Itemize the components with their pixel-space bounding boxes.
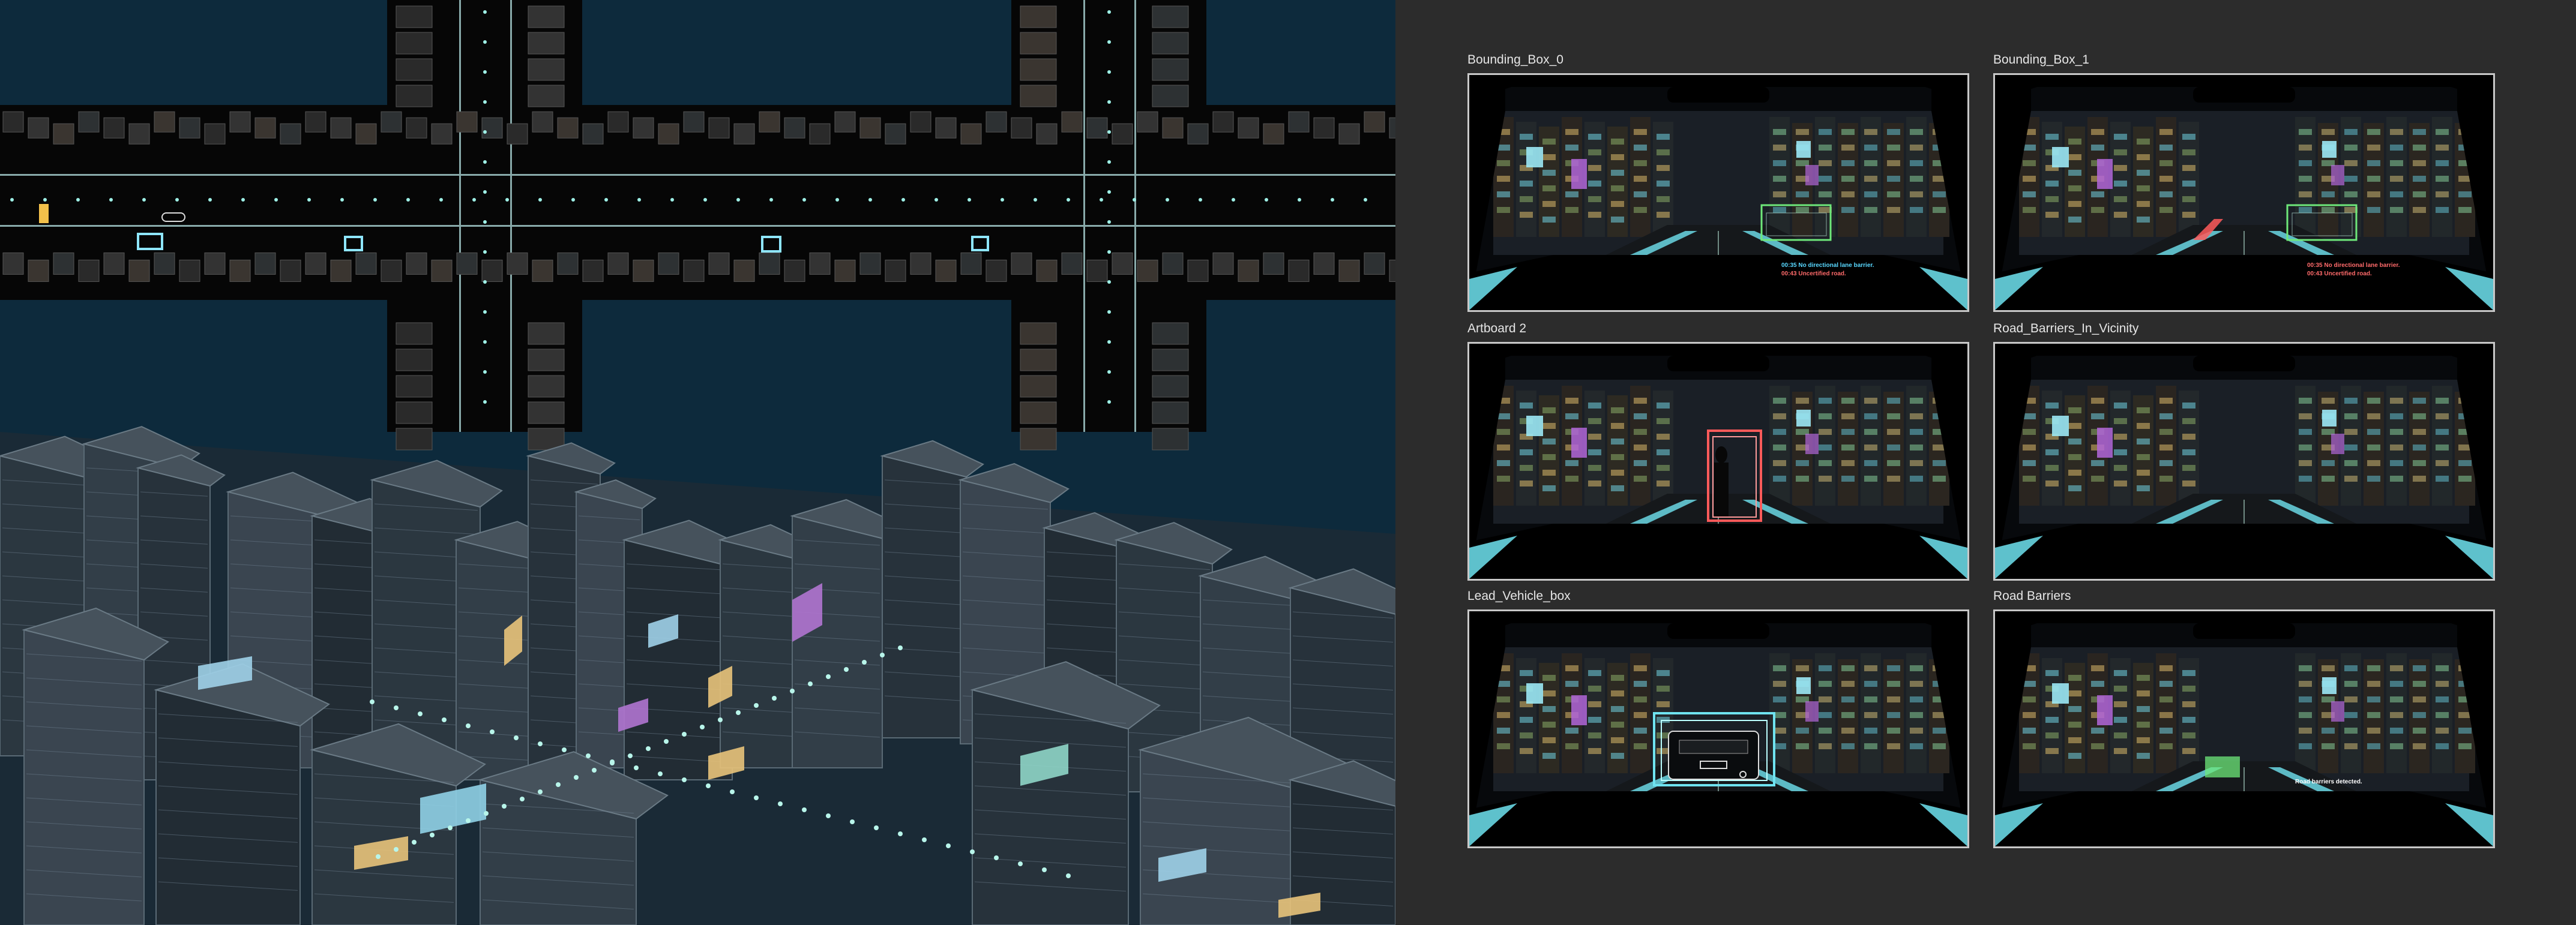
dashcam-scene: 00:35 No directional lane barrier. 00:43 …	[1469, 75, 1967, 310]
artboard-label[interactable]: Bounding_Box_0	[1467, 53, 1563, 67]
3d-city-viewport[interactable]	[0, 0, 1395, 925]
pedestrian-silhouette	[1715, 446, 1727, 463]
alert-text: Road barriers detected.	[2295, 779, 2362, 785]
artboard-frame[interactable]	[1993, 342, 2495, 581]
isometric-city	[0, 426, 1395, 925]
artboard-label[interactable]: Bounding_Box_1	[1993, 53, 2089, 67]
artboard-panel: Bounding_Box_0 00:35 No directional lane …	[1395, 0, 2576, 925]
artboard-label[interactable]: Lead_Vehicle_box	[1467, 589, 1571, 603]
dashcam-scene: Road barriers detected.	[1995, 611, 2493, 846]
dashcam-scene	[1469, 611, 1967, 846]
alert-text: 00:43 Uncertified road.	[1781, 271, 1846, 277]
alert-text: 00:35 No directional lane barrier.	[2307, 262, 2400, 269]
city-scene	[0, 0, 1395, 925]
artboard-frame[interactable]: 00:35 No directional lane barrier. 00:43 …	[1467, 73, 1969, 312]
top-down-map	[0, 0, 1395, 451]
artboard-label[interactable]: Road Barriers	[1993, 589, 2071, 603]
artboard-frame[interactable]: Road barriers detected.	[1993, 609, 2495, 848]
alert-text: 00:35 No directional lane barrier.	[1781, 262, 1874, 269]
artboard-label[interactable]: Artboard 2	[1467, 322, 1526, 336]
dashcam-scene	[1995, 344, 2493, 579]
artboard-frame[interactable]	[1467, 609, 1969, 848]
alert-text: 00:43 Uncertified road.	[2307, 271, 2372, 277]
dashcam-scene	[1469, 344, 1967, 579]
artboard-frame[interactable]: 00:35 No directional lane barrier. 00:43 …	[1993, 73, 2495, 312]
barrier-box	[2205, 756, 2240, 777]
artboard-frame[interactable]	[1467, 342, 1969, 581]
artboard-label[interactable]: Road_Barriers_In_Vicinity	[1993, 322, 2138, 336]
dashcam-scene: 00:35 No directional lane barrier. 00:43 …	[1995, 75, 2493, 310]
